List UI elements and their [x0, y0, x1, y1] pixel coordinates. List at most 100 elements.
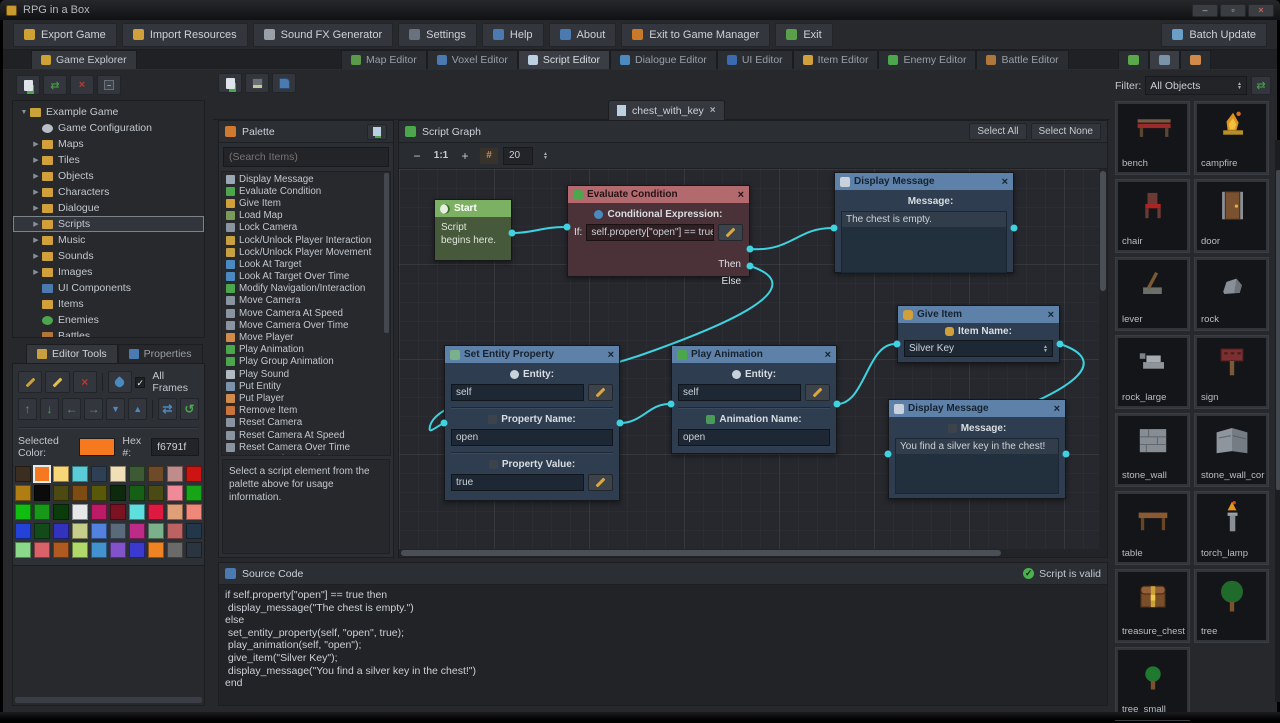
color-swatch[interactable]	[34, 542, 50, 558]
node-display-message-2[interactable]: Display Message × Message: You find a si…	[888, 399, 1066, 499]
color-swatch[interactable]	[15, 504, 31, 520]
minimize-button[interactable]: –	[1192, 4, 1218, 17]
tiles-tab[interactable]	[1118, 50, 1149, 69]
tab-enemy-editor[interactable]: Enemy Editor	[878, 50, 976, 69]
color-swatch[interactable]	[186, 485, 202, 501]
exit-manager-button[interactable]: Exit to Game Manager	[621, 23, 770, 47]
tree-item-tiles[interactable]: ▶Tiles	[13, 152, 204, 168]
zoom-out-button[interactable]: −	[407, 147, 427, 165]
animation-name-input[interactable]: open	[678, 429, 830, 446]
hex-input[interactable]: f6791f	[151, 438, 199, 456]
node-evaluate-condition[interactable]: Evaluate Condition × Conditional Express…	[567, 185, 750, 277]
close-button[interactable]: ×	[1248, 4, 1274, 17]
exit-button[interactable]: Exit	[775, 23, 832, 47]
color-swatch[interactable]	[110, 504, 126, 520]
new-script-button[interactable]	[218, 73, 242, 93]
color-swatch[interactable]	[53, 466, 69, 482]
tree-item-dialogue[interactable]: ▶Dialogue	[13, 200, 204, 216]
palette-search-input[interactable]	[223, 147, 389, 167]
tree-item-sounds[interactable]: ▶Sounds	[13, 248, 204, 264]
close-node-icon[interactable]: ×	[1048, 309, 1054, 321]
object-tile-stone_wall[interactable]: stone_wall	[1115, 413, 1190, 487]
tree-item-ui-components[interactable]: UI Components	[13, 280, 204, 296]
object-tile-stone_wall_cor[interactable]: stone_wall_cor	[1194, 413, 1269, 487]
tab-map-editor[interactable]: Map Editor	[341, 50, 427, 69]
color-swatch[interactable]	[91, 542, 107, 558]
about-button[interactable]: About	[549, 23, 617, 47]
property-value-input[interactable]: true	[451, 474, 584, 491]
left-bottom-scrollbar[interactable]	[15, 697, 202, 703]
node-display-message-2-header[interactable]: Display Message ×	[889, 400, 1065, 417]
flip-button[interactable]: ⇄	[158, 398, 177, 420]
color-swatch[interactable]	[110, 542, 126, 558]
tab-properties[interactable]: Properties	[118, 344, 203, 363]
palette-item-lock-camera[interactable]: Lock Camera	[224, 222, 388, 234]
attach-tool-button[interactable]	[18, 371, 42, 393]
tab-game-explorer[interactable]: Game Explorer	[31, 50, 137, 69]
tree-item-example-game[interactable]: ▼Example Game	[13, 104, 204, 120]
help-button[interactable]: Help	[482, 23, 544, 47]
color-swatch[interactable]	[186, 523, 202, 539]
color-swatch[interactable]	[91, 485, 107, 501]
color-swatch[interactable]	[129, 485, 145, 501]
object-tile-sign[interactable]: sign	[1194, 335, 1269, 409]
expander-icon[interactable]: ▶	[31, 172, 41, 180]
color-swatch[interactable]	[167, 466, 183, 482]
collapse-all-button[interactable]: −	[97, 75, 121, 95]
node-evaluate-condition-header[interactable]: Evaluate Condition ×	[568, 186, 749, 203]
color-swatch[interactable]	[72, 542, 88, 558]
object-tile-chair[interactable]: chair	[1115, 179, 1190, 253]
palette-item-play-animation[interactable]: Play Animation	[224, 344, 388, 356]
item-name-select[interactable]: Silver Key ▲▼	[904, 340, 1053, 357]
palette-item-display-message[interactable]: Display Message	[224, 173, 388, 185]
tab-editor-tools[interactable]: Editor Tools	[26, 344, 118, 363]
import-resources-button[interactable]: Import Resources	[122, 23, 248, 47]
palette-item-lock-unlock-player-interaction[interactable]: Lock/Unlock Player Interaction	[224, 234, 388, 246]
color-swatch[interactable]	[148, 466, 164, 482]
color-swatch[interactable]	[34, 504, 50, 520]
color-swatch[interactable]	[15, 523, 31, 539]
object-tile-treasure_chest[interactable]: treasure_chest	[1115, 569, 1190, 643]
color-swatch[interactable]	[129, 466, 145, 482]
tree-item-items[interactable]: Items	[13, 296, 204, 312]
snap-grid-button[interactable]: #	[479, 147, 499, 165]
color-swatch[interactable]	[110, 523, 126, 539]
close-node-icon[interactable]: ×	[1002, 176, 1008, 188]
color-swatch[interactable]	[186, 542, 202, 558]
node-display-message-1-header[interactable]: Display Message ×	[835, 173, 1013, 190]
property-name-input[interactable]: open	[451, 429, 613, 446]
object-tile-rock[interactable]: rock	[1194, 257, 1269, 331]
color-swatch[interactable]	[167, 504, 183, 520]
expander-icon[interactable]: ▶	[31, 188, 41, 196]
tab-ui-editor[interactable]: UI Editor	[717, 50, 793, 69]
node-play-animation[interactable]: Play Animation × Entity: self	[671, 345, 837, 454]
node-set-entity-property-header[interactable]: Set Entity Property ×	[445, 346, 619, 363]
tab-script-editor[interactable]: Script Editor	[518, 50, 610, 69]
palette-item-remove-item[interactable]: Remove Item	[224, 405, 388, 417]
node-give-item[interactable]: Give Item × Item Name: Silver Key ▲▼	[897, 305, 1060, 363]
color-swatch[interactable]	[34, 523, 50, 539]
select-all-button[interactable]: Select All	[969, 123, 1026, 140]
tree-item-scripts[interactable]: ▶Scripts	[13, 216, 204, 232]
color-swatch[interactable]	[148, 523, 164, 539]
characters-tab[interactable]	[1180, 50, 1211, 69]
message-textarea[interactable]: The chest is empty.	[841, 211, 1007, 273]
edit-entity-button[interactable]	[805, 384, 830, 401]
tree-item-maps[interactable]: ▶Maps	[13, 136, 204, 152]
expander-icon[interactable]: ▶	[31, 156, 41, 164]
tree-item-enemies[interactable]: Enemies	[13, 312, 204, 328]
color-swatch[interactable]	[110, 466, 126, 482]
delete-button[interactable]: ×	[70, 75, 94, 95]
tree-item-game-configuration[interactable]: Game Configuration	[13, 120, 204, 136]
color-swatch[interactable]	[186, 504, 202, 520]
node-start[interactable]: Start Script begins here.	[434, 199, 512, 261]
color-swatch[interactable]	[53, 542, 69, 558]
palette-item-reset-entity-rotation[interactable]: Reset Entity Rotation	[224, 453, 388, 456]
palette-item-reset-camera-at-speed[interactable]: Reset Camera At Speed	[224, 429, 388, 441]
select-none-button[interactable]: Select None	[1031, 123, 1101, 140]
export-game-button[interactable]: Export Game	[13, 23, 117, 47]
raise-button[interactable]: ▲	[128, 398, 147, 420]
color-swatch[interactable]	[148, 504, 164, 520]
tab-battle-editor[interactable]: Battle Editor	[976, 50, 1068, 69]
sound-fx-button[interactable]: Sound FX Generator	[253, 23, 394, 47]
